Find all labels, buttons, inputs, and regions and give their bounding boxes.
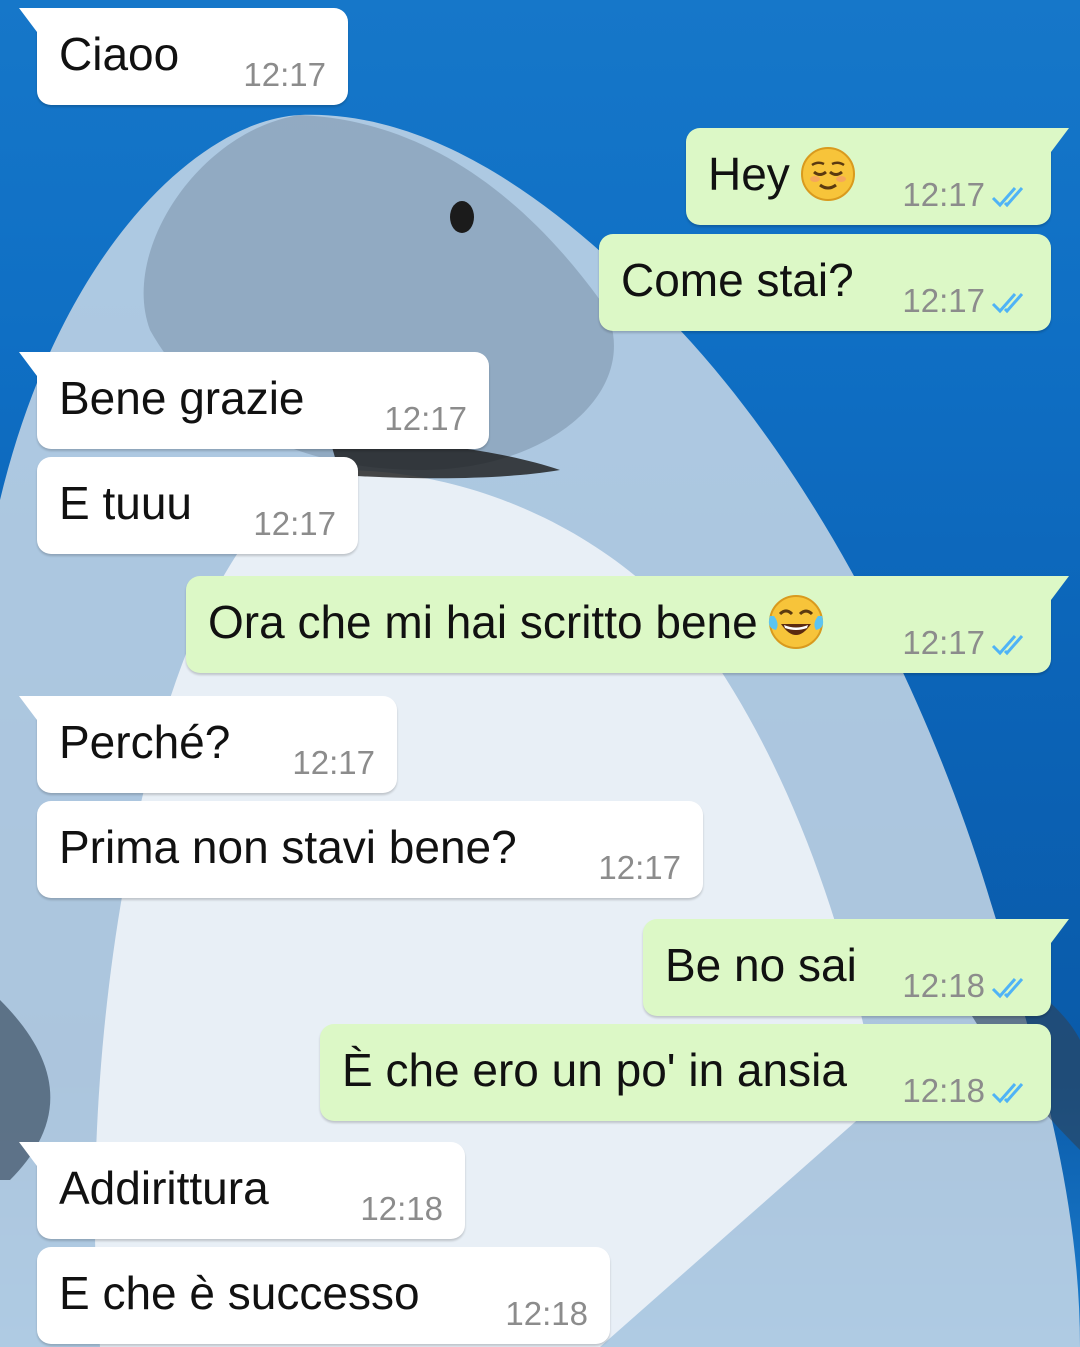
message-bubble-outgoing[interactable]: Ora che mi hai scritto bene 12:17 xyxy=(186,576,1069,673)
message-text: E tuuu xyxy=(59,477,192,529)
message-timestamp: 12:18 xyxy=(902,1072,985,1109)
message-bubble-incoming[interactable]: Addirittura 12:18 xyxy=(19,1142,465,1239)
message-bubble-outgoing[interactable]: Hey 12:17 xyxy=(686,128,1069,225)
message-bubble-incoming[interactable]: Perché? 12:17 xyxy=(19,696,397,793)
message-text: Bene grazie xyxy=(59,372,305,424)
message-timestamp: 12:17 xyxy=(243,56,326,93)
message-text: Hey xyxy=(708,146,856,206)
message-timestamp: 12:18 xyxy=(902,967,985,1004)
message-text: Come stai? xyxy=(621,254,854,306)
message-bubble-incoming[interactable]: E tuuu 12:17 xyxy=(37,457,358,554)
message-timestamp: 12:17 xyxy=(598,849,681,886)
message-bubble-incoming[interactable]: Prima non stavi bene? 12:17 xyxy=(37,801,703,898)
message-text: Ora che mi hai scritto bene xyxy=(208,594,824,654)
double-check-read-icon xyxy=(991,187,1024,208)
message-timestamp: 12:17 xyxy=(902,282,985,319)
message-timestamp: 12:18 xyxy=(360,1190,443,1227)
message-text: E che è successo xyxy=(59,1267,420,1319)
message-timestamp: 12:17 xyxy=(292,744,375,781)
message-text: Be no sai xyxy=(665,939,857,991)
message-bubble-incoming[interactable]: E che è successo 12:18 xyxy=(37,1247,610,1344)
message-text: Ciaoo xyxy=(59,28,180,80)
message-text-content: Hey xyxy=(708,148,790,200)
double-check-read-icon xyxy=(991,978,1024,999)
message-timestamp: 12:17 xyxy=(902,176,985,213)
message-text-content: Ora che mi hai scritto bene xyxy=(208,596,758,648)
message-text: È che ero un po' in ansia xyxy=(342,1044,847,1096)
message-timestamp: 12:17 xyxy=(253,505,336,542)
message-bubble-incoming[interactable]: Bene grazie 12:17 xyxy=(19,352,489,449)
message-bubble-outgoing[interactable]: È che ero un po' in ansia 12:18 xyxy=(320,1024,1051,1121)
double-check-read-icon xyxy=(991,293,1024,314)
double-check-read-icon xyxy=(991,635,1024,656)
message-bubble-outgoing[interactable]: Come stai? 12:17 xyxy=(599,234,1051,331)
message-text: Prima non stavi bene? xyxy=(59,821,517,873)
message-bubble-outgoing[interactable]: Be no sai 12:18 xyxy=(643,919,1069,1016)
message-bubble-incoming[interactable]: Ciaoo 12:17 xyxy=(19,8,348,105)
message-timestamp: 12:17 xyxy=(902,624,985,661)
message-timestamp: 12:18 xyxy=(505,1295,588,1332)
message-text: Perché? xyxy=(59,716,231,768)
double-check-read-icon xyxy=(991,1083,1024,1104)
message-text: Addirittura xyxy=(59,1162,269,1214)
face-with-tears-of-joy-emoji-icon xyxy=(768,594,823,649)
message-timestamp: 12:17 xyxy=(384,400,467,437)
relieved-face-emoji-icon xyxy=(800,146,855,201)
